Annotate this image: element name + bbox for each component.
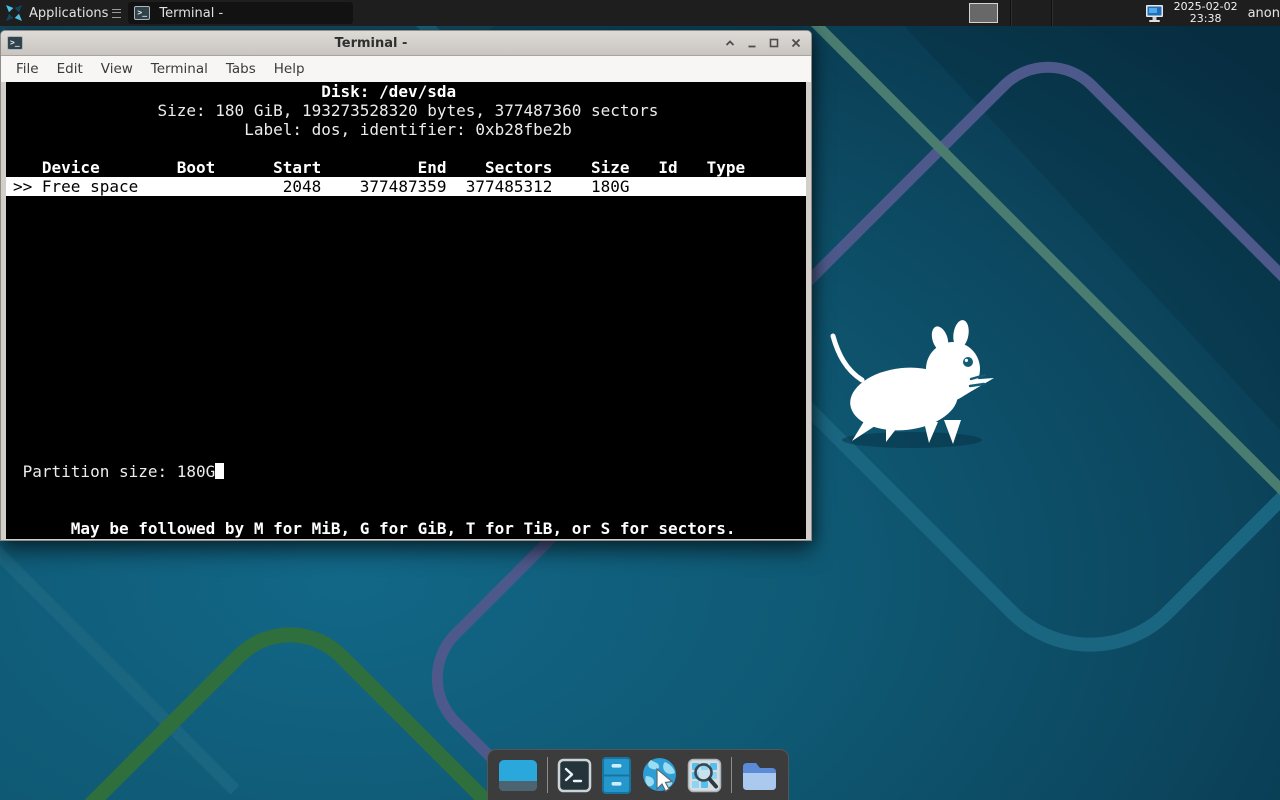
xubuntu-logo-icon [5,4,23,22]
window-title: Terminal - [23,36,719,51]
close-button[interactable] [785,33,807,53]
bottom-dock [487,749,789,800]
file-manager-folder-icon[interactable] [741,760,778,791]
web-browser-icon[interactable] [641,757,678,794]
username-label: anon [1248,6,1280,21]
display-tray-icon[interactable] [1144,4,1166,23]
terminal-icon: >_ [7,36,23,50]
cfdisk-label-line: Label: dos, identifier: 0xb28fbe2b [6,120,806,139]
menu-tabs[interactable]: Tabs [217,56,265,82]
titlebar[interactable]: >_ Terminal - [1,31,811,56]
cfdisk-prompt-line[interactable]: Partition size: 180G [6,462,806,481]
terminal-screen[interactable]: Disk: /dev/sda Size: 180 GiB, 1932735283… [6,82,806,539]
cfdisk-table-header: Device Boot Start End Sectors Size Id Ty… [6,158,806,177]
menu-edit[interactable]: Edit [48,56,92,82]
cfdisk-disk-header: Disk: /dev/sda [6,82,806,101]
minimize-button[interactable] [741,33,763,53]
dock-separator [547,757,548,793]
menu-file[interactable]: File [7,56,48,82]
top-panel: Applications >_ Terminal - 2025-02-02 23… [0,0,1280,26]
file-cabinet-icon[interactable] [601,757,632,794]
maximize-button[interactable] [763,33,785,53]
panel-clock[interactable]: 2025-02-02 23:38 [1174,1,1238,25]
menu-help[interactable]: Help [265,56,314,82]
menubar: File Edit View Terminal Tabs Help [1,56,811,82]
menu-view[interactable]: View [92,56,142,82]
taskbar-terminal-button[interactable]: >_ Terminal - [128,2,353,24]
terminal-icon: >_ [134,6,150,20]
window-list-icon [112,9,121,18]
terminal-window: >_ Terminal - File Edit View Terminal Ta… [0,30,812,541]
applications-label: Applications [29,6,108,21]
cfdisk-size-line: Size: 180 GiB, 193273528320 bytes, 37748… [6,101,806,120]
applications-menu-button[interactable]: Applications [0,0,125,26]
application-finder-icon[interactable] [687,758,722,793]
shade-button[interactable] [719,33,741,53]
dock-separator [731,757,732,793]
terminal-launcher-icon[interactable] [557,758,592,793]
workspace-pager[interactable] [969,3,998,23]
taskbar-button-label: Terminal - [159,6,223,21]
text-cursor [215,463,224,479]
show-desktop-icon[interactable] [498,759,538,792]
menu-terminal[interactable]: Terminal [142,56,217,82]
cfdisk-help-line: May be followed by M for MiB, G for GiB,… [6,519,806,538]
clock-time: 23:38 [1174,13,1238,25]
cfdisk-selected-row[interactable]: >> Free space 2048 377487359 377485312 1… [6,177,806,196]
